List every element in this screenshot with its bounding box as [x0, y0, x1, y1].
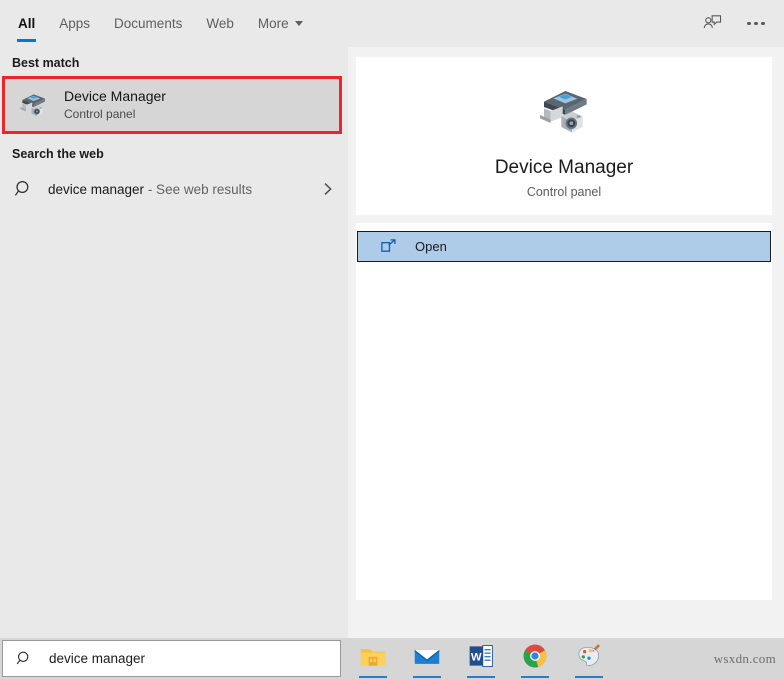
taskbar-item-chrome[interactable]: [515, 638, 555, 679]
more-options-button[interactable]: [736, 5, 776, 43]
web-result-item[interactable]: device manager - See web results: [0, 167, 348, 211]
svg-text:W: W: [471, 651, 482, 663]
results-column: Best match Device Manager Control panel …: [0, 47, 348, 638]
taskbar-pinned-apps: W: [341, 638, 609, 679]
taskbar-running-indicator: [521, 675, 549, 678]
tab-more-label: More: [257, 16, 289, 31]
ellipsis-icon: [747, 21, 765, 26]
taskbar-item-word[interactable]: W: [461, 638, 501, 679]
header-actions: [692, 0, 776, 47]
tab-all[interactable]: All: [6, 0, 47, 47]
web-result-query: device manager: [48, 181, 145, 197]
preview-app-title: Device Manager: [494, 157, 634, 178]
search-icon: [16, 651, 29, 665]
preview-app-subtitle: Control panel: [526, 185, 602, 199]
open-button-label: Open: [415, 239, 447, 254]
best-match-group: Device Manager Control panel: [0, 76, 348, 134]
web-result-label: device manager - See web results: [48, 182, 252, 197]
tab-web[interactable]: Web: [194, 0, 246, 47]
person-feedback-icon: [703, 15, 721, 29]
feedback-button[interactable]: [692, 5, 732, 43]
tab-more[interactable]: More: [246, 0, 315, 47]
section-header-search-the-web: Search the web: [12, 147, 104, 161]
result-item-title: Device Manager: [64, 87, 166, 104]
open-external-icon: [381, 239, 396, 252]
tab-web-label: Web: [206, 16, 234, 31]
actions-empty-area: [356, 270, 772, 600]
tab-active-underline: [17, 39, 37, 42]
taskbar-search-value: device manager: [49, 651, 146, 666]
file-explorer-icon: [360, 649, 386, 666]
tab-all-label: All: [18, 16, 36, 31]
result-item-text: Device Manager Control panel: [64, 88, 166, 123]
web-result-suffix: - See web results: [144, 181, 253, 197]
watermark: wsxdn.com: [713, 650, 776, 666]
preview-column: Device Manager Control panel Open: [348, 47, 784, 638]
search-body: Best match Device Manager Control panel …: [0, 47, 784, 638]
paint-icon: [578, 644, 600, 667]
chevron-right-icon: [324, 183, 332, 195]
result-item-device-manager[interactable]: Device Manager Control panel: [2, 76, 342, 134]
word-icon: W: [469, 645, 493, 667]
taskbar-running-indicator: [359, 675, 387, 678]
tab-apps[interactable]: Apps: [47, 0, 102, 47]
taskbar-running-indicator: [575, 675, 603, 678]
tab-documents-label: Documents: [114, 16, 183, 31]
section-header-best-match: Best match: [12, 56, 80, 70]
search-flyout: All Apps Documents Web More Best match D…: [0, 0, 784, 638]
mail-icon: [414, 649, 440, 664]
device-manager-icon: [540, 91, 587, 133]
taskbar-search-input[interactable]: device manager: [2, 640, 341, 677]
open-button[interactable]: Open: [357, 231, 771, 262]
device-manager-icon: [20, 94, 46, 117]
taskbar-item-paint[interactable]: [569, 638, 609, 679]
tab-documents[interactable]: Documents: [102, 0, 194, 47]
tab-bar: All Apps Documents Web More: [0, 0, 315, 47]
app-preview-card: Device Manager Control panel: [356, 57, 772, 215]
chrome-icon: [523, 644, 547, 668]
app-actions-card: Open: [356, 223, 772, 270]
taskbar-running-indicator: [467, 675, 495, 678]
taskbar: device manager W wsxdn.com: [0, 638, 784, 679]
tab-apps-label: Apps: [59, 16, 91, 31]
taskbar-item-mail[interactable]: [407, 638, 447, 679]
search-header: All Apps Documents Web More: [0, 0, 784, 47]
result-item-subtitle: Control panel: [64, 107, 136, 122]
taskbar-item-file-explorer[interactable]: [353, 638, 393, 679]
chevron-down-icon: [294, 21, 303, 26]
taskbar-running-indicator: [413, 675, 441, 678]
search-icon: [14, 180, 29, 196]
